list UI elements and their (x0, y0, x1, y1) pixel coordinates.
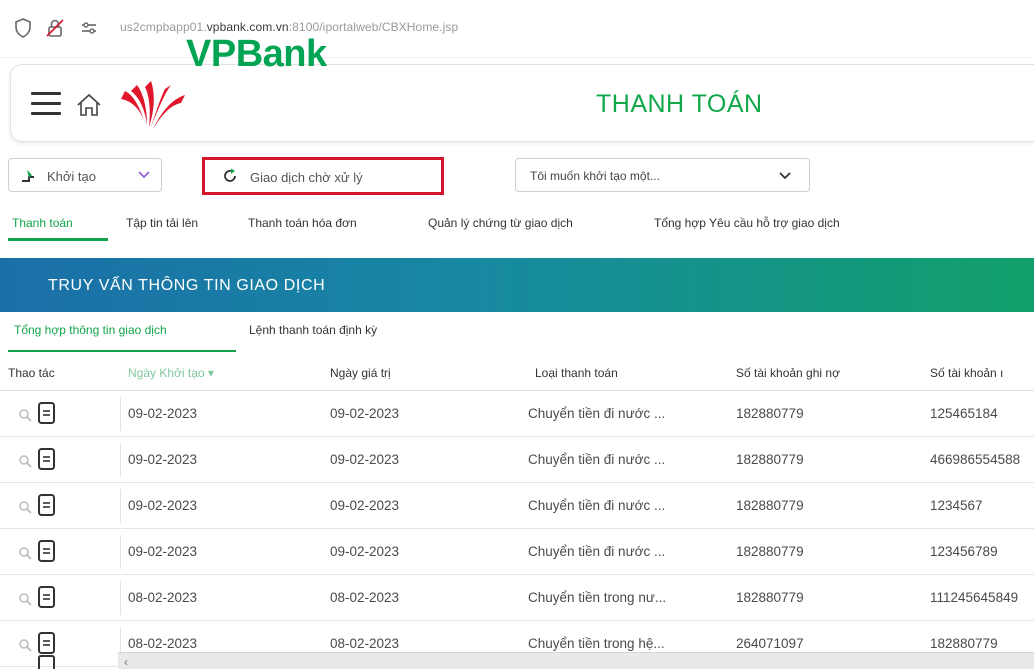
section-banner: TRUY VẤN THÔNG TIN GIAO DỊCH (0, 258, 1034, 312)
tab-thanh-toan[interactable]: Thanh toán (12, 216, 73, 230)
refresh-icon (224, 168, 236, 182)
cell-credit-account: 182880779 (930, 636, 998, 651)
document-icon[interactable] (37, 539, 56, 563)
table-row[interactable]: 09-02-2023 09-02-2023 Chuyển tiền đi nước … (0, 391, 1034, 437)
cell-created-date: 08-02-2023 (128, 590, 198, 605)
chevron-down-icon (779, 172, 791, 180)
cell-value-date: 09-02-2023 (330, 406, 400, 421)
document-icon[interactable] (37, 585, 56, 609)
table-row[interactable]: 08-02-2023 08-02-2023 Chuyển tiền trong nư… (0, 575, 1034, 621)
subtab-recurring-payments[interactable]: Lệnh thanh toán định kỳ (249, 323, 377, 337)
cell-value-date: 08-02-2023 (330, 590, 400, 605)
tab-support-requests[interactable]: Tổng hợp Yêu cầu hỗ trợ giao dịch (654, 216, 840, 230)
cell-value-date: 08-02-2023 (330, 636, 400, 651)
col-value-date[interactable]: Ngày giá trị (330, 366, 391, 380)
cell-value-date: 09-02-2023 (330, 544, 400, 559)
pending-label: Giao dịch chờ xử lý (250, 170, 363, 185)
cell-created-date: 08-02-2023 (128, 636, 198, 651)
col-created-date[interactable]: Ngày Khởi tạo ▾ (128, 366, 214, 380)
cell-credit-account: 111245645849 (930, 590, 1019, 605)
column-divider (120, 489, 121, 523)
active-subtab-indicator (8, 350, 236, 352)
vpbank-logo-icon (121, 81, 185, 129)
cell-created-date: 09-02-2023 (128, 406, 198, 421)
search-icon[interactable] (18, 546, 32, 560)
browser-address-bar: us2cmpbapp01.vpbank.com.vn:8100/iportalw… (0, 0, 1034, 58)
cell-credit-account: 466986554588 (930, 452, 1021, 467)
tab-bill-payment[interactable]: Thanh toán hóa đơn (248, 216, 357, 230)
cell-debit-account: 182880779 (736, 498, 804, 513)
url-domain: vpbank.com.vn (206, 20, 289, 34)
cell-payment-type: Chuyển tiền trong hệ... (528, 636, 665, 651)
search-icon[interactable] (18, 638, 32, 652)
cell-payment-type: Chuyển tiền đi nước ... (528, 544, 666, 559)
column-divider (120, 535, 121, 569)
cell-payment-type: Chuyển tiền đi nước ... (528, 406, 666, 421)
table-row[interactable]: 09-02-2023 09-02-2023 Chuyển tiền đi nước … (0, 437, 1034, 483)
document-icon[interactable] (37, 631, 56, 655)
search-icon[interactable] (18, 454, 32, 468)
cell-payment-type: Chuyển tiền đi nước ... (528, 498, 666, 513)
search-icon[interactable] (18, 408, 32, 422)
document-icon[interactable] (37, 447, 56, 471)
url-suffix: :8100/iportalweb/CBXHome.jsp (288, 20, 459, 34)
url-prefix: us2cmpbapp01. (120, 20, 207, 34)
cell-debit-account: 182880779 (736, 452, 804, 467)
tab-document-management[interactable]: Quản lý chứng từ giao dịch (428, 216, 573, 230)
column-divider (120, 581, 121, 615)
app-header (10, 64, 1034, 142)
cell-created-date: 09-02-2023 (128, 544, 198, 559)
document-icon[interactable] (37, 655, 56, 669)
pending-transactions-button[interactable]: Giao dịch chờ xử lý (202, 157, 444, 195)
chevron-down-icon (138, 171, 150, 179)
banner-title: TRUY VẤN THÔNG TIN GIAO DỊCH (48, 277, 326, 294)
permissions-icon[interactable] (78, 17, 100, 39)
active-tab-indicator (8, 238, 108, 241)
horizontal-scrollbar[interactable]: ‹ (118, 652, 1034, 669)
create-dropdown[interactable]: Khởi tạo (8, 158, 162, 192)
cell-credit-account: 1234567 (930, 498, 983, 513)
cell-debit-account: 264071097 (736, 636, 804, 651)
search-icon[interactable] (18, 500, 32, 514)
cell-value-date: 09-02-2023 (330, 452, 400, 467)
document-icon[interactable] (37, 493, 56, 517)
col-payment-type[interactable]: Loại thanh toán (535, 366, 618, 380)
table-row[interactable]: 09-02-2023 09-02-2023 Chuyển tiền đi nước … (0, 483, 1034, 529)
cell-payment-type: Chuyển tiền đi nước ... (528, 452, 666, 467)
create-type-select[interactable]: Tôi muốn khởi tạo một... (515, 158, 810, 192)
url-text[interactable]: us2cmpbapp01.vpbank.com.vn:8100/iportalw… (120, 20, 458, 34)
menu-icon[interactable] (31, 92, 61, 118)
page-title: THANH TOÁN (596, 90, 763, 118)
scroll-left-arrow[interactable]: ‹ (124, 655, 128, 669)
column-divider (120, 397, 121, 431)
col-credit-account[interactable]: Số tài khoản ı (930, 366, 1003, 380)
cell-created-date: 09-02-2023 (128, 452, 198, 467)
table-row[interactable]: 09-02-2023 09-02-2023 Chuyển tiền đi nước … (0, 529, 1034, 575)
tab-upload-files[interactable]: Tập tin tải lên (126, 216, 198, 230)
cell-value-date: 09-02-2023 (330, 498, 400, 513)
create-icon (22, 170, 34, 182)
create-type-value: Tôi muốn khởi tạo một... (530, 169, 660, 183)
cell-debit-account: 182880779 (736, 544, 804, 559)
column-divider (120, 443, 121, 477)
subtab-transaction-summary[interactable]: Tổng hợp thông tin giao dịch (14, 323, 167, 337)
search-icon[interactable] (18, 592, 32, 606)
create-label: Khởi tạo (47, 169, 96, 184)
shield-icon[interactable] (12, 17, 34, 39)
cell-payment-type: Chuyển tiền trong nư... (528, 590, 667, 605)
col-debit-account[interactable]: Số tài khoản ghi nợ (736, 366, 840, 380)
cell-debit-account: 182880779 (736, 406, 804, 421)
brand-name: VPBank (186, 33, 327, 75)
document-icon[interactable] (37, 401, 56, 425)
table-header: Thao tác Ngày Khởi tạo ▾ Ngày giá trị Lo… (0, 355, 1034, 391)
cell-credit-account: 123456789 (930, 544, 998, 559)
col-actions: Thao tác (8, 366, 55, 380)
cell-created-date: 09-02-2023 (128, 498, 198, 513)
main-tabs: Thanh toán Tập tin tải lên Thanh toán hó… (0, 210, 1034, 242)
home-icon[interactable] (75, 91, 103, 119)
cell-debit-account: 182880779 (736, 590, 804, 605)
lock-warning-icon[interactable] (44, 17, 66, 39)
cell-credit-account: 125465184 (930, 406, 998, 421)
